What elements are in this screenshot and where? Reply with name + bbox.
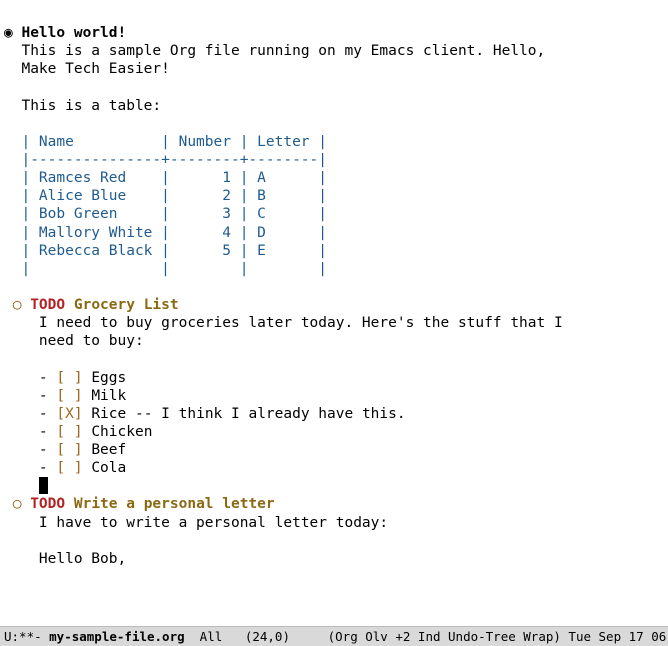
heading-level1: Hello world!: [21, 25, 126, 41]
checklist-item: [4, 370, 39, 386]
org-table-separator: |---------------+--------+--------|: [4, 152, 327, 168]
body-text: [4, 297, 13, 313]
checkbox[interactable]: [ ]: [56, 388, 82, 404]
checklist-item: [4, 406, 39, 422]
checklist-label: Eggs: [91, 370, 126, 386]
heading-level2: Grocery List: [74, 297, 179, 313]
body-text: [4, 98, 21, 114]
mode-line[interactable]: U:**- my-sample-file.org All (24,0) (Org…: [0, 626, 668, 646]
body-text: Make Tech Easier!: [21, 61, 169, 77]
body-text: [4, 515, 39, 531]
body-text: This is a sample Org file running on my …: [21, 43, 545, 59]
bullet-level2-icon: ○: [13, 297, 30, 313]
body-text: I need to buy groceries later today. Her…: [39, 315, 563, 331]
dash-icon: -: [39, 442, 56, 458]
dash-icon: -: [39, 388, 56, 404]
modeline-status: U:**-: [4, 629, 49, 644]
todo-keyword[interactable]: TODO: [30, 297, 65, 313]
body-text: Hello Bob,: [39, 551, 126, 567]
checkbox[interactable]: [ ]: [56, 442, 82, 458]
bullet-level2-icon: ○: [13, 496, 30, 512]
checkbox[interactable]: [ ]: [56, 370, 82, 386]
checklist-item: [4, 424, 39, 440]
checkbox[interactable]: [ ]: [56, 460, 82, 476]
body-text: [4, 333, 39, 349]
bullet-level1-icon: ◉: [4, 25, 21, 41]
modeline-filename: my-sample-file.org: [49, 629, 184, 644]
body-text: This is a table:: [21, 98, 161, 114]
todo-keyword[interactable]: TODO: [30, 496, 65, 512]
modeline-info: All (24,0) (Org Olv +2 Ind Undo-Tree Wra…: [185, 629, 668, 644]
dash-icon: -: [39, 460, 56, 476]
body-text: I have to write a personal letter today:: [39, 515, 388, 531]
checkbox[interactable]: [ ]: [56, 424, 82, 440]
editor-buffer[interactable]: ◉ Hello world! This is a sample Org file…: [0, 0, 668, 626]
body-text: [4, 496, 13, 512]
checklist-label: Rice -- I think I already have this.: [91, 406, 405, 422]
checkbox[interactable]: [X]: [56, 406, 82, 422]
text-cursor: [39, 477, 48, 494]
body-text: [4, 551, 39, 567]
dash-icon: -: [39, 406, 56, 422]
checklist-label: Milk: [91, 388, 126, 404]
checklist-label: Chicken: [91, 424, 152, 440]
org-table-row: | Alice Blue | 2 | B |: [4, 188, 327, 204]
org-table-row: | Rebecca Black | 5 | E |: [4, 243, 327, 259]
body-text: [4, 43, 21, 59]
dash-icon: -: [39, 370, 56, 386]
body-text: [4, 315, 39, 331]
checklist-label: Beef: [91, 442, 126, 458]
org-table-row: | Bob Green | 3 | C |: [4, 206, 327, 222]
body-text: [4, 61, 21, 77]
heading-level2: Write a personal letter: [74, 496, 275, 512]
org-table-row: | Mallory White | 4 | D |: [4, 225, 327, 241]
org-table-row: | | | |: [4, 261, 327, 277]
org-table-header: | Name | Number | Letter |: [4, 134, 327, 150]
org-table-row: | Ramces Red | 1 | A |: [4, 170, 327, 186]
body-text: need to buy:: [39, 333, 144, 349]
checklist-item: [4, 442, 39, 458]
checklist-item: [4, 388, 39, 404]
dash-icon: -: [39, 424, 56, 440]
checklist-label: Cola: [91, 460, 126, 476]
checklist-item: [4, 460, 39, 476]
